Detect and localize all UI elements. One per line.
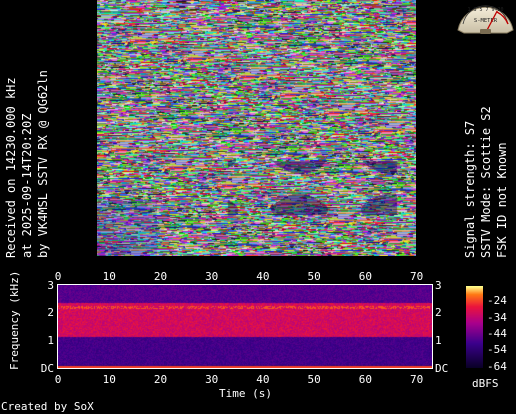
meter-scale: 1 3 5 7 9+20 <box>467 7 503 13</box>
x-tick-label-bottom: 50 <box>308 373 321 386</box>
y-tick-label-left: 2 <box>47 306 54 319</box>
y-tick-label-left: DC <box>41 362 54 375</box>
x-tick-label-bottom: 30 <box>205 373 218 386</box>
x-tick-label-bottom: 70 <box>410 373 423 386</box>
colorbar-tick-2: -44 <box>487 327 507 340</box>
meter-label: S-METER <box>474 18 498 24</box>
colorbar-tick-1: -34 <box>487 311 507 324</box>
x-tick-label-bottom: 20 <box>154 373 167 386</box>
colorbar-tick-3: -54 <box>487 343 507 356</box>
x-tick-label-bottom: 40 <box>256 373 269 386</box>
colorbar <box>466 286 483 368</box>
left-caption-line-2: at 2025-09-14T20:20Z <box>20 113 34 259</box>
colorbar-unit: dBFS <box>472 377 499 390</box>
sstv-image <box>97 0 416 256</box>
colorbar-tick-4: -64 <box>487 360 507 373</box>
x-tick-label-top: 70 <box>410 270 423 283</box>
x-tick-label-top: 10 <box>103 270 116 283</box>
left-caption-line-3: by VK4MSL SSTV RX @ QG62ln <box>36 70 50 258</box>
y-tick-label-right: 2 <box>435 306 442 319</box>
x-tick-label-top: 40 <box>256 270 269 283</box>
right-caption-line-3: FSK ID not Known <box>495 142 509 258</box>
x-tick-label-top: 0 <box>55 270 62 283</box>
right-caption-line-2: SSTV Mode: Scottie S2 <box>479 106 493 258</box>
footer-credit: Created by SoX <box>1 400 94 413</box>
y-tick-label-right: 1 <box>435 334 442 347</box>
x-tick-label-bottom: 60 <box>359 373 372 386</box>
x-tick-label-top: 60 <box>359 270 372 283</box>
y-tick-label-right: 3 <box>435 279 442 292</box>
x-axis-label: Time (s) <box>219 387 272 400</box>
x-tick-label-bottom: 0 <box>55 373 62 386</box>
y-tick-label-right: DC <box>435 362 448 375</box>
x-tick-label-top: 20 <box>154 270 167 283</box>
spectrogram-plot <box>58 285 432 368</box>
x-tick-label-top: 50 <box>308 270 321 283</box>
right-caption-line-1: Signal strength: S7 <box>463 120 477 258</box>
x-tick-label-bottom: 10 <box>103 373 116 386</box>
y-tick-label-left: 1 <box>47 334 54 347</box>
left-caption-line-1: Received on 14230.000 kHz <box>4 77 18 258</box>
x-tick-label-top: 30 <box>205 270 218 283</box>
s-meter-icon: 1 3 5 7 9+20 S-METER <box>457 5 514 34</box>
y-tick-label-left: 3 <box>47 279 54 292</box>
y-axis-label: Frequency (kHz) <box>8 270 21 370</box>
colorbar-tick-0: -24 <box>487 294 507 307</box>
